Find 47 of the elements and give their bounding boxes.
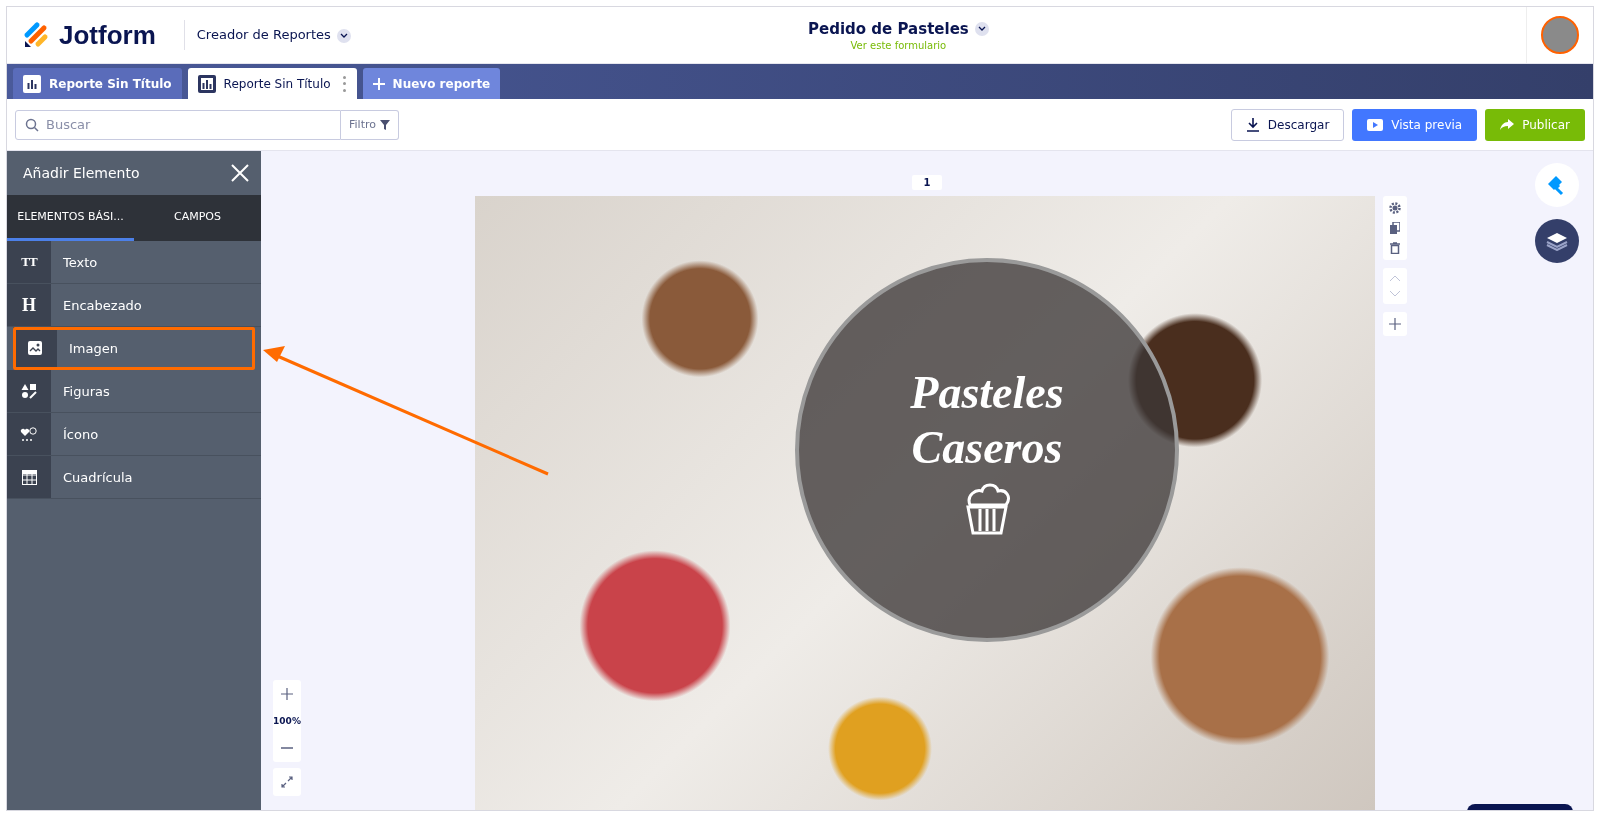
shapes-icon [21, 383, 37, 399]
icons-icon [20, 426, 38, 442]
preview-button[interactable]: Vista previa [1352, 108, 1478, 141]
play-icon [1367, 118, 1384, 131]
title-circle[interactable]: Pasteles Caseros [795, 258, 1179, 642]
element-item[interactable]: Cuadrícula [7, 456, 261, 499]
element-item[interactable]: Figuras [7, 370, 261, 413]
share-arrow-icon [1500, 118, 1515, 131]
download-icon [1245, 117, 1260, 132]
element-item[interactable]: H Encabezado [7, 284, 261, 327]
report-tab[interactable]: Reporte Sin Título [13, 68, 182, 99]
paint-roller-icon[interactable] [1535, 163, 1579, 207]
trash-icon[interactable] [1388, 240, 1402, 256]
caret-icon[interactable] [977, 25, 986, 32]
plus-icon [372, 77, 385, 90]
funnel-icon [379, 119, 390, 130]
panel-title: Añadir Elemento [23, 165, 140, 181]
avatar[interactable] [1541, 16, 1579, 54]
grid-icon [21, 469, 37, 485]
element-item[interactable]: Ícono [7, 413, 261, 456]
panel-tab[interactable]: CAMPOS [134, 195, 261, 241]
layers-icon[interactable] [1535, 219, 1579, 263]
report-title: Pasteles [910, 365, 1064, 420]
add-icon[interactable] [1387, 316, 1403, 332]
caret-icon[interactable] [339, 32, 348, 39]
new-report-tab[interactable]: Nuevo reporte [362, 68, 501, 99]
zoom-level: 100% [273, 715, 301, 728]
heading-icon: H [22, 294, 36, 316]
element-item[interactable]: Imagen [13, 327, 255, 370]
page-number: 1 [911, 175, 943, 190]
download-button[interactable]: Descargar [1230, 108, 1345, 141]
report-tab[interactable]: Reporte Sin Título [187, 68, 357, 99]
copy-icon[interactable] [1388, 220, 1402, 236]
chart-icon [197, 74, 216, 93]
brand-name: Jotform [59, 19, 156, 51]
element-item[interactable]: TT Texto [7, 241, 261, 284]
close-icon[interactable] [231, 164, 249, 182]
product-menu[interactable]: Creador de Reportes [196, 27, 351, 43]
filter-button[interactable]: Filtro [341, 109, 399, 140]
chart-icon [23, 74, 41, 93]
search-field[interactable]: Buscar [15, 109, 341, 140]
text-icon: TT [21, 254, 37, 270]
more-icon[interactable] [342, 75, 347, 92]
image-icon [27, 340, 43, 356]
form-title[interactable]: Pedido de Pasteles [808, 19, 989, 38]
report-title: Caseros [911, 421, 1063, 475]
settings-icon[interactable] [1387, 200, 1403, 216]
